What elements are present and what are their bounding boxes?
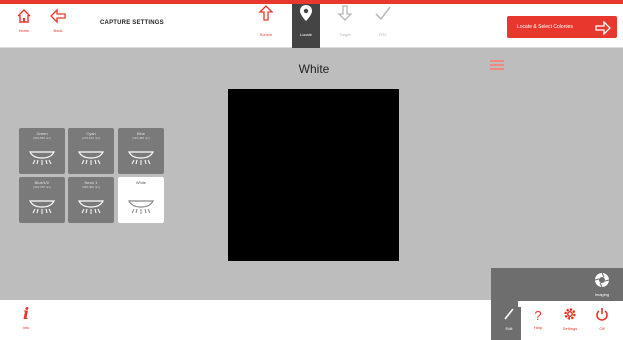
back-label: Back [53,28,63,33]
home-button[interactable]: Home [6,8,42,42]
edit-label: Edit [505,326,513,331]
lamp-icon [78,151,104,165]
light-tile-blue[interactable]: Blue (445-485 nm) [118,128,164,174]
power-icon [590,307,614,326]
locate-select-colonies-button[interactable]: Locate & Select Colonies [507,16,617,38]
step-target[interactable]: Target [331,4,359,48]
info-label: Info [22,325,30,330]
step-frc-label: FRC [378,32,388,37]
help-button[interactable]: ? Help [526,307,550,331]
preview-title: White [298,62,330,76]
step-target-label: Target [339,32,351,37]
page-title: CAPTURE SETTINGS [100,20,164,26]
info-button[interactable]: i Info [16,303,36,337]
arrow-left-icon [40,8,76,28]
step-locate-label: Locate [299,32,312,37]
step-locate[interactable]: Locate [292,4,320,48]
light-tile-neon[interactable]: Neon 1 (380-400 nm) [68,177,114,223]
app-window: Home Back CAPTURE SETTINGS Source Locate [0,0,623,340]
help-icon: ? [534,308,542,323]
menu-icon[interactable] [490,60,504,70]
settings-label: Settings [562,326,578,331]
lamp-icon [29,200,55,214]
top-bar: Home Back CAPTURE SETTINGS Source Locate [0,4,623,48]
pin-icon [292,4,320,32]
tile-sub: (380-400 nm) [81,185,100,189]
imaging-label: Imaging [594,292,610,297]
home-icon [6,8,42,28]
action-label: Locate & Select Colonies [517,24,573,30]
camera-preview [228,89,399,261]
tile-sub: (445-485 nm) [131,136,150,140]
light-tile-cyan[interactable]: Cyan (470-510 nm) [68,128,114,174]
help-label: Help [533,325,543,330]
step-source-label: Source [259,32,273,37]
info-icon: i [22,304,30,323]
off-label: Off [599,326,605,331]
power-button[interactable]: Off [590,307,614,332]
arrow-down-icon [331,4,359,32]
step-frc[interactable]: FRC [369,4,397,48]
light-tile-blue-uv[interactable]: Blue/UV (410-470 nm) [19,177,65,223]
back-button[interactable]: Back [40,8,76,42]
pencil-icon [497,307,521,326]
aperture-icon [590,272,614,292]
check-icon [369,4,397,32]
arrow-right-icon [595,16,611,38]
lamp-icon [29,151,55,165]
settings-button[interactable]: Settings [558,307,582,332]
lamp-icon [78,200,104,214]
arrow-up-icon [252,4,280,32]
step-source[interactable]: Source [252,4,280,48]
edit-button[interactable]: Edit [497,307,521,340]
lamp-icon [128,200,154,214]
imaging-button[interactable]: Imaging [590,272,614,297]
tile-label: White [135,180,147,185]
gear-icon [558,307,582,326]
tile-sub: (520-560 nm) [32,136,51,140]
light-tile-white[interactable]: White [118,177,164,223]
lamp-icon [128,151,154,165]
tile-sub: (410-470 nm) [32,185,51,189]
light-tile-green[interactable]: Green (520-560 nm) [19,128,65,174]
home-label: Home [18,28,30,33]
tile-sub: (470-510 nm) [81,136,100,140]
